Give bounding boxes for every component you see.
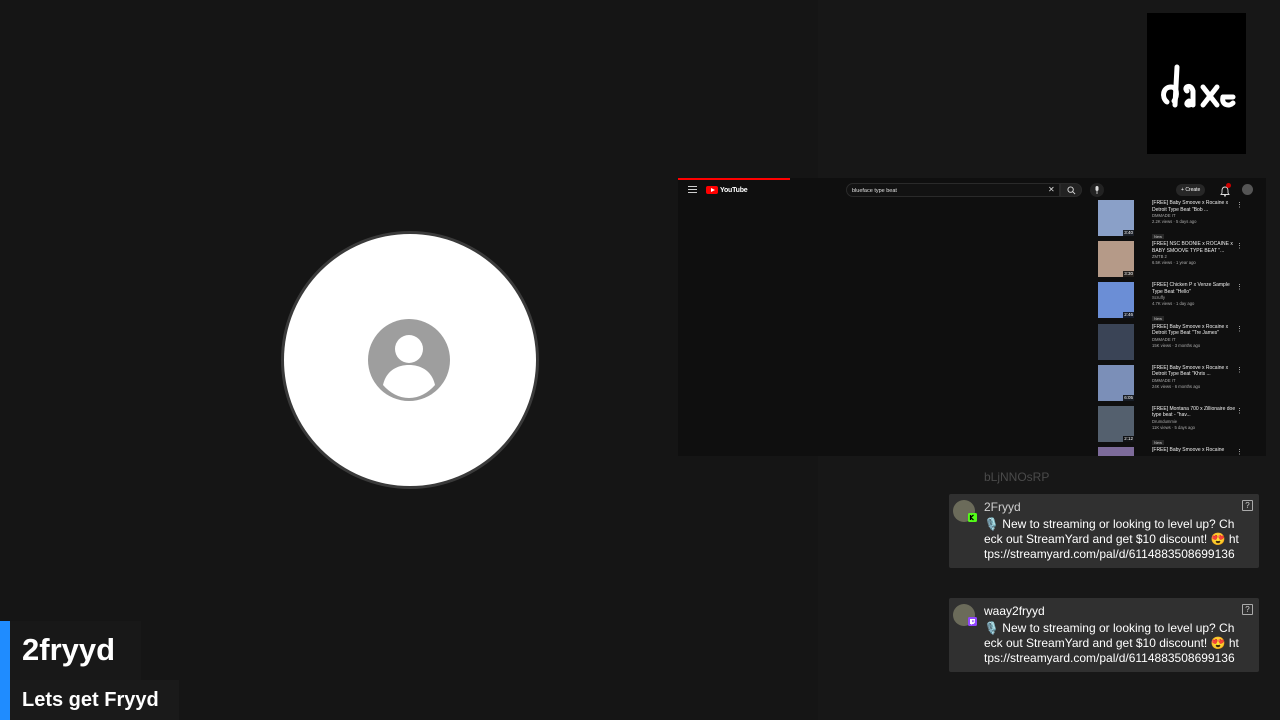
- chat-message-text: 🎙️ New to streaming or looking to level …: [984, 621, 1239, 665]
- video-item[interactable]: 6:05 [FREE] Baby Smoove x Rocaine x Detro…: [1082, 364, 1266, 406]
- video-item[interactable]: [FREE] Baby Smoove x Rocaine x Detroit T…: [1082, 323, 1266, 365]
- video-meta: [FREE] NSC BOONIE x ROCAINE x BABY SMOOV…: [1152, 241, 1236, 266]
- search-icon: [1067, 186, 1076, 195]
- video-item[interactable]: 3:40 [FREE] Baby Smoove x Rocaine x Detro…: [1082, 200, 1266, 241]
- video-views: 24K views · 6 months ago: [1152, 383, 1201, 389]
- more-options-icon[interactable]: ⋮: [1236, 243, 1243, 251]
- twitch-platform-icon: [968, 617, 977, 626]
- video-thumbnail[interactable]: 3:40: [1098, 200, 1134, 236]
- user-avatar-icon: [368, 319, 450, 401]
- camera-placeholder: [284, 234, 536, 486]
- new-badge: New: [1152, 234, 1165, 239]
- video-views: 4.7K views · 1 day ago: [1152, 301, 1195, 307]
- chat-username: waay2fryyd: [984, 604, 1045, 618]
- video-title[interactable]: [FREE] Montana 700 x Zillionaire doe typ…: [1152, 406, 1236, 419]
- new-badge: New: [1152, 316, 1165, 322]
- youtube-wordmark: YouTube: [720, 186, 748, 194]
- video-item[interactable]: 2:46 [FREE] Chicken P x Venze Sample Type…: [1082, 282, 1266, 323]
- video-views: 6.5K views · 1 year ago: [1152, 260, 1196, 266]
- voice-search-button[interactable]: [1090, 183, 1104, 197]
- lower-third-accent: [0, 621, 10, 720]
- video-title[interactable]: [FREE] Baby Smoove x Rocaine x Detroit T…: [1152, 324, 1236, 337]
- search-input[interactable]: blueface type beat: [846, 183, 1060, 197]
- video-thumbnail[interactable]: [1098, 323, 1134, 360]
- chat-message: 2Fryyd 🎙️ New to streaming or looking to …: [949, 494, 1259, 568]
- youtube-play-icon: [706, 186, 718, 194]
- account-avatar[interactable]: [1242, 184, 1253, 195]
- notifications-bell-icon[interactable]: [1220, 183, 1231, 197]
- video-meta: [FREE] Baby Smoove x Rocaine x Detroit T…: [1152, 324, 1236, 349]
- faded-chat-text: bLjNNOsRP: [984, 470, 1050, 484]
- more-options-icon[interactable]: ⋮: [1236, 202, 1243, 210]
- more-options-icon[interactable]: ⋮: [1236, 326, 1243, 334]
- video-views: 11K views · 5 days ago: [1152, 424, 1195, 430]
- video-item[interactable]: 3:30 [FREE] NSC BOONIE x ROCAINE x BABY S…: [1082, 241, 1266, 282]
- clear-search-icon[interactable]: ✕: [1048, 185, 1055, 195]
- message-info-icon[interactable]: ?: [1242, 604, 1253, 615]
- more-options-icon[interactable]: ⋮: [1236, 449, 1243, 456]
- kick-platform-icon: [968, 513, 977, 522]
- video-meta: [FREE] Montana 700 x Zillionaire doe typ…: [1152, 406, 1236, 449]
- microphone-icon: [1095, 186, 1099, 194]
- more-options-icon[interactable]: ⋮: [1236, 284, 1243, 292]
- video-duration: 6:05: [1123, 394, 1134, 401]
- video-meta: [FREE] Baby Smoove x Rocaine x Detroit T…: [1152, 365, 1236, 390]
- chat-message-text: 🎙️ New to streaming or looking to level …: [984, 517, 1239, 561]
- video-duration: 3:30: [1123, 271, 1134, 278]
- video-meta: [FREE] Chicken P x Venze Sample Type Bea…: [1152, 282, 1236, 325]
- video-meta: [FREE] Baby Smoove x Rocaine: [1152, 447, 1236, 454]
- streamer-name: 2fryyd: [22, 632, 116, 667]
- youtube-header: YouTube blueface type beat ✕ + Create: [678, 180, 1266, 200]
- youtube-logo[interactable]: YouTube: [706, 185, 748, 195]
- channel-logo: [1147, 13, 1246, 154]
- video-thumbnail[interactable]: 2:46: [1098, 282, 1134, 319]
- more-options-icon[interactable]: ⋮: [1236, 367, 1243, 375]
- video-suggestions-list: 3:40 [FREE] Baby Smoove x Rocaine x Detro…: [1082, 200, 1266, 456]
- lower-third-headline-box: Lets get Fryyd: [10, 680, 179, 720]
- search-button[interactable]: [1060, 183, 1082, 197]
- video-thumbnail[interactable]: 2:12: [1098, 405, 1134, 442]
- video-duration: 3:40: [1123, 230, 1134, 236]
- video-thumbnail[interactable]: 6:05: [1098, 364, 1134, 401]
- message-info-icon[interactable]: ?: [1242, 500, 1253, 511]
- video-title[interactable]: [FREE] Baby Smoove x Rocaine x Detroit T…: [1152, 200, 1236, 213]
- video-meta: [FREE] Baby Smoove x Rocaine x Detroit T…: [1152, 200, 1236, 243]
- create-button[interactable]: + Create: [1176, 184, 1206, 196]
- hamburger-menu-icon[interactable]: [688, 186, 697, 194]
- screen-share: YouTube blueface type beat ✕ + Create 3:…: [678, 178, 1266, 456]
- lower-third-name-box: 2fryyd: [10, 621, 141, 680]
- chat-username: 2Fryyd: [984, 500, 1021, 514]
- video-thumbnail[interactable]: [1098, 447, 1134, 456]
- video-views: 15K views · 3 months ago: [1152, 342, 1201, 348]
- notification-dot: [1226, 183, 1231, 188]
- video-title[interactable]: [FREE] Chicken P x Venze Sample Type Bea…: [1152, 282, 1236, 295]
- video-views: 2.2K views · 5 days ago: [1152, 219, 1197, 224]
- video-item[interactable]: [FREE] Baby Smoove x Rocaine ⋮: [1082, 447, 1266, 456]
- video-item[interactable]: 2:12 [FREE] Montana 700 x Zillionaire doe…: [1082, 405, 1266, 449]
- video-duration: 2:12: [1123, 435, 1134, 442]
- dax-logo-icon: [1161, 64, 1236, 108]
- stream-headline: Lets get Fryyd: [22, 689, 159, 711]
- new-badge: New: [1152, 439, 1165, 445]
- video-title[interactable]: [FREE] Baby Smoove x Rocaine x Detroit T…: [1152, 365, 1236, 378]
- more-options-icon[interactable]: ⋮: [1236, 408, 1243, 416]
- video-duration: 2:46: [1123, 312, 1134, 319]
- video-title[interactable]: [FREE] NSC BOONIE x ROCAINE x BABY SMOOV…: [1152, 241, 1236, 254]
- create-label: Create: [1185, 187, 1201, 193]
- chat-message: waay2fryyd 🎙️ New to streaming or looking…: [949, 598, 1259, 672]
- video-title[interactable]: [FREE] Baby Smoove x Rocaine: [1152, 447, 1236, 454]
- stream-canvas: YouTube blueface type beat ✕ + Create 3:…: [0, 0, 1280, 720]
- video-thumbnail[interactable]: 3:30: [1098, 241, 1134, 278]
